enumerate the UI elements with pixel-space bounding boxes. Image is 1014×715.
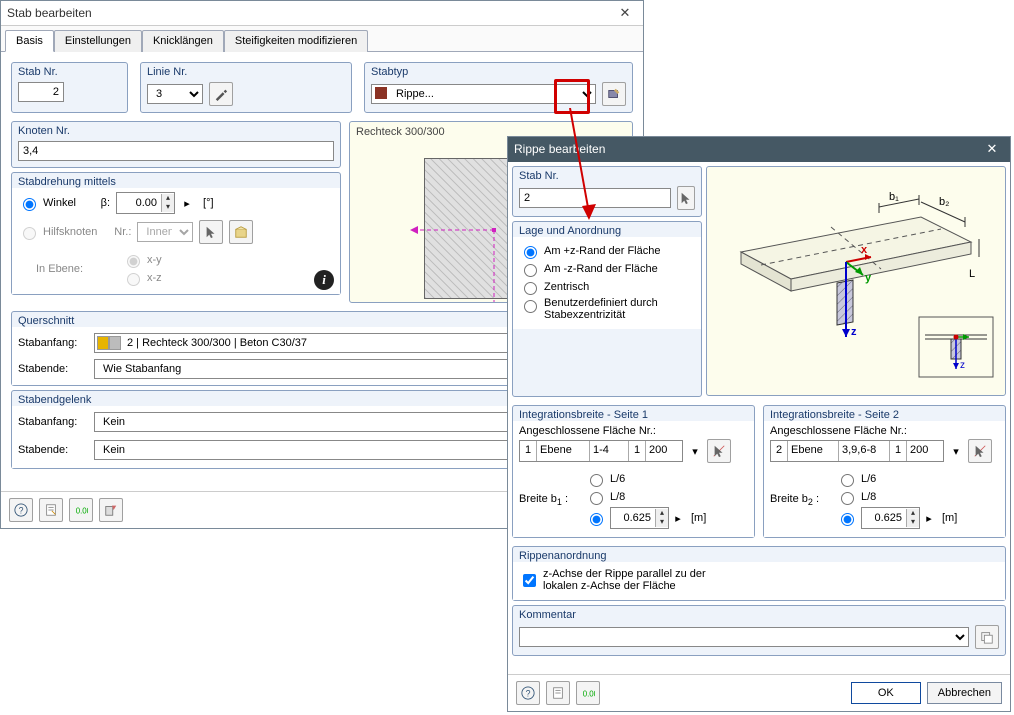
rippenanordnung-caption: Rippenanordnung <box>513 547 1005 562</box>
tab-basis[interactable]: Basis <box>5 30 54 52</box>
hk-nr-label: Nr.: <box>103 226 131 238</box>
r-help-icon[interactable]: ? <box>516 681 540 705</box>
help-icon[interactable]: ? <box>9 498 33 522</box>
stab-nr-input[interactable] <box>18 82 64 102</box>
svg-text:z: z <box>851 326 857 338</box>
angle-unit: [°] <box>203 197 214 209</box>
close-icon[interactable]: ✕ <box>613 5 637 21</box>
q-stabanfang-label: Stabanfang: <box>18 337 88 349</box>
kommentar-caption: Kommentar <box>513 606 1005 621</box>
kommentar-lib-icon[interactable] <box>975 625 999 649</box>
r-stab-nr-input[interactable] <box>519 188 671 208</box>
svg-text:L: L <box>969 268 975 280</box>
svg-text:b₂: b₂ <box>939 196 949 208</box>
svg-text:b₁: b₁ <box>889 191 899 203</box>
svg-text:x: x <box>861 244 868 256</box>
lage-o1[interactable]: Am +z-Rand der Fläche <box>519 243 695 259</box>
rippe-ok-button[interactable]: OK <box>851 682 921 704</box>
int2-fl-label: Angeschlossene Fläche Nr.: <box>770 425 999 437</box>
int1-pick-icon[interactable] <box>707 439 731 463</box>
svg-text:?: ? <box>19 506 24 516</box>
int1-l6[interactable]: L/6 <box>585 471 706 487</box>
pick-line-icon[interactable] <box>209 82 233 106</box>
main-title: Stab bearbeiten <box>7 6 613 20</box>
svg-text:z: z <box>960 360 965 371</box>
r-units-icon[interactable]: 0.00 <box>576 681 600 705</box>
r-pick-stab-icon[interactable] <box>677 186 695 210</box>
int1-l8[interactable]: L/8 <box>585 489 706 505</box>
rippe-close-icon[interactable]: ✕ <box>980 141 1004 157</box>
svg-text:y: y <box>865 272 872 284</box>
rippe-titlebar: Rippe bearbeiten ✕ <box>508 137 1010 162</box>
hk-new-icon[interactable] <box>229 220 253 244</box>
int1-caption: Integrationsbreite - Seite 1 <box>513 406 754 421</box>
r-stab-nr-caption: Stab Nr. <box>513 167 701 182</box>
stabtyp-caption: Stabtyp <box>365 63 632 78</box>
stabtyp-select[interactable]: Rippe... <box>371 84 596 104</box>
svg-text:0.00: 0.00 <box>76 507 88 516</box>
z-parallel-check[interactable]: z-Achse der Rippe parallel zu der lokale… <box>519 568 739 592</box>
int2-custom[interactable]: ▴▾ ▸ [m] <box>836 507 957 529</box>
svg-text:?: ? <box>526 689 531 699</box>
sg-stabanfang-label: Stabanfang: <box>18 416 88 428</box>
lage-o3[interactable]: Zentrisch <box>519 279 695 295</box>
spin-down-icon[interactable]: ▾ <box>161 203 174 212</box>
int2-caption: Integrationsbreite - Seite 2 <box>764 406 1005 421</box>
lage-o4[interactable]: Benutzerdefiniert durch Stabexzentrizitä… <box>519 297 695 321</box>
hk-pick-icon[interactable] <box>199 220 223 244</box>
tab-steifigkeiten[interactable]: Steifigkeiten modifizieren <box>224 30 368 52</box>
rippe-cancel-button[interactable]: Abbrechen <box>927 682 1002 704</box>
stab-nr-caption: Stab Nr. <box>12 63 127 78</box>
rippe-title: Rippe bearbeiten <box>514 142 980 156</box>
angle-extra-arrow[interactable]: ▸ <box>181 197 193 210</box>
tabs: Basis Einstellungen Knicklängen Steifigk… <box>1 26 643 52</box>
r-notes-icon[interactable] <box>546 681 570 705</box>
edit-stabtyp-button[interactable] <box>602 82 626 106</box>
int2-l6[interactable]: L/6 <box>836 471 957 487</box>
hk-nr-select: Innen <box>137 222 193 242</box>
q-stabende-label: Stabende: <box>18 363 88 375</box>
main-titlebar: Stab bearbeiten ✕ <box>1 1 643 26</box>
svg-text:0.00: 0.00 <box>583 690 595 699</box>
linie-nr-select[interactable]: 3 <box>147 84 203 104</box>
stabdrehung-caption: Stabdrehung mittels <box>12 173 340 188</box>
notes-icon[interactable] <box>39 498 63 522</box>
lage-o2[interactable]: Am -z-Rand der Fläche <box>519 261 695 277</box>
int1-fl-label: Angeschlossene Fläche Nr.: <box>519 425 748 437</box>
int1-dd-icon[interactable]: ▾ <box>689 445 701 458</box>
knoten-nr-input[interactable] <box>18 141 334 161</box>
lage-caption: Lage und Anordnung <box>513 222 701 237</box>
winkel-radio[interactable]: Winkel <box>18 195 76 211</box>
tab-einstellungen[interactable]: Einstellungen <box>54 30 142 52</box>
int2-l8[interactable]: L/8 <box>836 489 957 505</box>
linie-nr-caption: Linie Nr. <box>141 63 351 78</box>
info-icon[interactable]: i <box>314 270 334 290</box>
beta-label: β: <box>82 197 110 209</box>
in-ebene-label: In Ebene: <box>18 263 116 275</box>
int2-pick-icon[interactable] <box>968 439 992 463</box>
tab-knicklaengen[interactable]: Knicklängen <box>142 30 224 52</box>
xy-radio: x-y <box>122 252 162 268</box>
kommentar-select[interactable] <box>519 627 969 647</box>
hilfsknoten-radio[interactable]: Hilfsknoten <box>18 224 97 240</box>
units-icon[interactable]: 0.00 <box>69 498 93 522</box>
angle-spinner[interactable]: ▴▾ <box>116 192 175 214</box>
int1-custom[interactable]: ▴▾ ▸ [m] <box>585 507 706 529</box>
int2-dd-icon[interactable]: ▾ <box>950 445 962 458</box>
xz-radio: x-z <box>122 270 162 286</box>
rippe-diagram: x y z b₁ b₂ L z <box>707 167 1005 395</box>
knoten-nr-caption: Knoten Nr. <box>12 122 340 137</box>
export-icon[interactable] <box>99 498 123 522</box>
sg-stabende-label: Stabende: <box>18 444 88 456</box>
